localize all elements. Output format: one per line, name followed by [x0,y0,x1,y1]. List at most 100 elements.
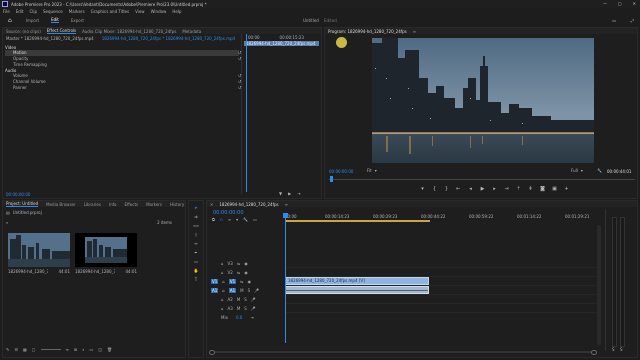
timeline-ruler[interactable]: 00:00 00:00:14:23 00:00:29:23 00:00:44:2… [285,213,635,223]
timeline-playhead-handle[interactable] [283,213,288,218]
track-label[interactable]: V2 [228,270,233,275]
snap-icon[interactable]: ∩ [220,217,223,222]
tab-edit[interactable]: Edit [51,17,59,23]
timeline-vertical-scrollbar[interactable] [597,225,601,345]
selection-tool-icon[interactable]: ➤ [194,205,197,210]
ec-timecode[interactable]: 00:00:00:00 [6,192,30,197]
list-view-icon[interactable]: ☰ [14,347,18,352]
menu-markers[interactable]: Markers [69,9,85,14]
mic-icon[interactable]: 🎤 [251,297,256,302]
menu-graphics[interactable]: Graphics and Titles [91,9,129,14]
add-button-icon[interactable]: + [564,187,569,192]
toggle-sync-icon[interactable]: ⇋ [237,270,240,275]
solo-icon[interactable]: S [248,288,251,293]
search-icon[interactable]: ⌕ [6,220,8,225]
type-tool-icon[interactable]: T [195,277,197,282]
mark-in-icon[interactable]: { [432,187,437,192]
close-icon[interactable]: ✕ [633,1,636,6]
ec-clip-bar[interactable]: 1826994-hd_1280_720_24fps.mp4 [244,41,319,46]
mute-icon[interactable]: M [240,288,243,293]
mic-icon[interactable]: 🎤 [251,306,256,311]
tab-audio-clip-mixer[interactable]: Audio Clip Mixer: 1826994-hd_1280_720_24… [82,29,176,34]
freeform-view-icon[interactable]: ▢ [32,347,36,352]
source-patch-a1[interactable]: A1 [211,288,219,293]
menu-file[interactable]: File [3,9,10,14]
toggle-sync-icon[interactable]: ⇋ [240,279,243,284]
sequence-clip-label[interactable]: 1826994-hd_1280_720_24fps * 1826994-hd_1… [102,36,235,41]
solo-icon[interactable]: S [244,297,247,302]
tab-source[interactable]: Source: (no clips) [6,29,41,34]
tab-media-browser[interactable]: Media Browser [46,202,76,207]
mark-out-icon[interactable]: } [444,187,449,192]
step-forward-icon[interactable]: ▸ [492,187,497,192]
go-to-in-icon[interactable]: ⇤ [456,187,461,192]
sort-icon[interactable]: ≡ [66,347,69,352]
eye-icon[interactable]: ◉ [244,270,248,275]
mix-value[interactable]: 0.0 [236,315,242,320]
mute-icon[interactable]: M [237,297,240,302]
menu-view[interactable]: View [135,9,145,14]
comparison-view-icon[interactable]: ▣ [552,187,557,192]
add-marker-icon[interactable]: ▾ [236,217,238,222]
close-icon[interactable]: ✕ [210,202,213,207]
wrench-icon[interactable]: 🔧 [597,168,602,173]
export-frame-icon[interactable]: ⇥ [297,191,300,196]
lock-icon[interactable]: ⌂ [221,297,224,302]
captions-icon[interactable]: ▭ [253,217,257,222]
menu-edit[interactable]: Edit [16,9,24,14]
lock-icon[interactable]: ⌂ [222,279,225,284]
program-playhead[interactable] [330,176,333,182]
prop-panner[interactable]: Panner [5,85,239,91]
menu-sequence[interactable]: Sequence [43,9,63,14]
solo-icon[interactable]: S [244,306,247,311]
play-only-icon[interactable]: ▶ [288,191,291,196]
filter-icon[interactable]: ▼ [279,191,282,196]
search-icon[interactable]: ⌕ [82,347,84,352]
extract-icon[interactable]: ⇞ [528,187,533,192]
camera-icon[interactable]: ◙ [540,187,545,192]
track-label[interactable]: V3 [228,261,233,266]
fit-dropdown[interactable]: Fit ▾ [367,168,377,173]
automate-icon[interactable]: ⊞ [74,347,77,352]
tab-effects[interactable]: Effects [125,202,139,207]
new-item-icon[interactable]: ◫ [98,347,102,352]
toggle-sync-icon[interactable]: ⇋ [237,261,240,266]
zoom-slider[interactable] [40,349,61,350]
track-label[interactable]: A2 [228,297,233,302]
track-area[interactable]: 1826994-hd_1280_720_24fps.mp4 [V] [285,259,597,323]
video-frame[interactable] [372,38,594,163]
solo-button[interactable]: S [620,347,623,352]
timeline-horizontal-scrollbar[interactable] [209,349,597,355]
source-patch-v1[interactable]: V1 [211,279,219,284]
mute-icon[interactable]: M [237,306,240,311]
go-to-out-icon[interactable]: ⇥ [250,315,253,320]
work-area-bar[interactable] [285,220,430,222]
project-item[interactable]: 1826994-hd_1280_720_24fps 44:01 [75,233,140,274]
lift-icon[interactable]: ⇡ [516,187,521,192]
tab-metadata[interactable]: Metadata [182,29,201,34]
icon-view-icon[interactable]: ▦ [23,347,27,352]
master-clip-label[interactable]: Master * 1826994-hd_1280_720_24fps.mp4 [6,36,94,41]
tab-markers[interactable]: Markers [146,202,162,207]
ripple-edit-icon[interactable]: ⟺ [193,223,199,228]
minimize-icon[interactable]: — [603,1,607,6]
program-timecode[interactable]: 00:00:00:00 [329,169,353,174]
step-back-icon[interactable]: ◂ [468,187,473,192]
home-icon[interactable]: ⌂ [8,17,12,24]
lock-icon[interactable]: ⌂ [221,306,224,311]
razor-icon[interactable]: ◊ [195,232,197,237]
tab-export[interactable]: Export [71,18,84,23]
lock-icon[interactable]: ⌂ [221,261,224,266]
program-scrub-bar[interactable] [329,179,635,182]
linked-selection-icon[interactable]: ∞ [228,217,231,222]
hand-tool-icon[interactable]: ✋ [194,268,199,273]
lock-icon[interactable]: ⌂ [221,270,224,275]
quality-dropdown[interactable]: Full ▾ [571,168,583,173]
marker-icon[interactable]: ▾ [420,187,425,192]
lock-icon[interactable]: ⌂ [222,288,225,293]
play-icon[interactable]: ▶ [480,187,485,192]
program-title[interactable]: Program: 1826994-hd_1280_720_24fps [328,29,407,34]
sequence-tab[interactable]: 1826994-hd_1280_720_24fps [219,202,278,207]
go-to-out-icon[interactable]: ⇥ [504,187,509,192]
rectangle-tool-icon[interactable]: ▭ [194,259,198,264]
